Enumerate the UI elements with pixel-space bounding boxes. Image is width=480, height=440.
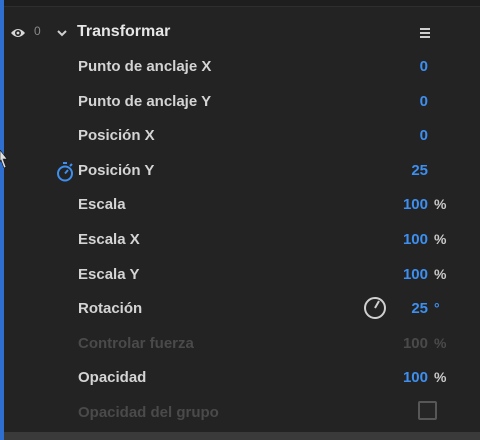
property-unit: % [434, 265, 447, 282]
property-label: Controlar fuerza [78, 334, 194, 352]
property-row-anchor-x: Punto de anclaje X 0 [4, 50, 480, 85]
property-row-anchor-y: Punto de anclaje Y 0 [4, 85, 480, 120]
eye-icon[interactable] [10, 26, 26, 40]
property-value: 100 [402, 334, 428, 352]
property-unit: % [434, 196, 447, 213]
property-label: Punto de anclaje Y [78, 92, 212, 110]
property-value[interactable]: 100 [403, 231, 428, 248]
property-value[interactable]: 0 [420, 93, 428, 110]
property-row-scale: Escala 100 % [4, 188, 480, 223]
property-row-rotation: Rotación 25 ° [4, 292, 480, 327]
effect-controls-panel: 0 Transformar Punto de anclaje X 0 Punto… [4, 16, 480, 431]
property-label: Escala Y [78, 265, 140, 283]
property-value[interactable]: 100 [403, 266, 428, 283]
property-label: Opacidad [78, 369, 147, 387]
property-row-opacity: Opacidad 100 % [4, 361, 480, 396]
property-row-control-strength: Controlar fuerza 100 % [4, 327, 480, 362]
property-value[interactable]: 0 [420, 58, 428, 75]
group-opacity-checkbox[interactable] [418, 400, 437, 420]
chevron-down-icon[interactable] [56, 27, 68, 39]
property-row-scale-x: Escala X 100 % [4, 223, 480, 258]
visibility-counter: 0 [34, 24, 41, 38]
menu-icon[interactable] [418, 26, 432, 40]
dial-icon[interactable] [363, 296, 387, 320]
effect-header: 0 Transformar [4, 16, 480, 50]
property-value[interactable]: 0 [420, 127, 428, 144]
property-label: Punto de anclaje X [78, 58, 212, 75]
property-row-group-opacity: Opacidad del grupo [4, 396, 480, 431]
property-label: Posición Y [78, 161, 155, 179]
property-label: Escala [78, 196, 126, 214]
property-value[interactable]: 100 [403, 196, 428, 213]
property-unit: % [434, 334, 447, 351]
property-label: Opacidad del grupo [78, 403, 219, 421]
property-label: Escala X [78, 230, 140, 248]
property-row-scale-y: Escala Y 100 % [4, 258, 480, 293]
property-row-position-x: Posición X 0 [4, 119, 480, 154]
property-value[interactable]: 25 [411, 162, 428, 179]
property-value[interactable]: 25 [411, 300, 428, 317]
property-label: Rotación [78, 300, 143, 318]
property-unit: ° [434, 300, 440, 317]
property-row-position-y: Posición Y 25 [4, 154, 480, 189]
top-divider [4, 0, 480, 7]
bottom-scroll-area [4, 432, 480, 440]
property-value[interactable]: 100 [403, 369, 428, 386]
property-unit: % [434, 369, 447, 386]
stopwatch-icon[interactable] [56, 161, 74, 182]
effect-title: Transformar [77, 23, 171, 40]
property-unit: % [434, 230, 447, 247]
property-label: Posición X [78, 127, 155, 145]
